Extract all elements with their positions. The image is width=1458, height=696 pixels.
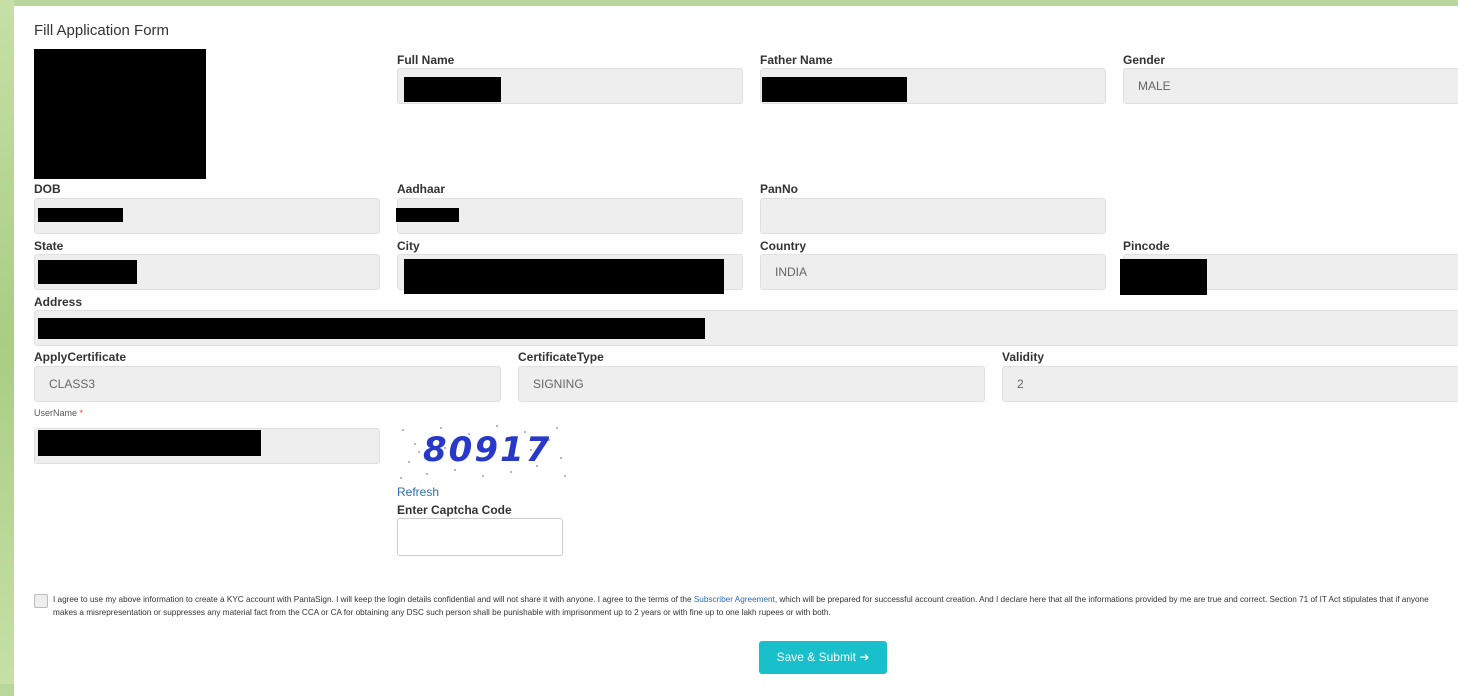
agree-checkbox[interactable] xyxy=(34,594,48,608)
agreement-text-part1: I agree to use my above information to c… xyxy=(53,595,694,604)
pincode-label: Pincode xyxy=(1123,239,1170,253)
certificate-type-field[interactable]: SIGNING xyxy=(518,366,985,402)
address-redacted xyxy=(38,318,705,339)
father-name-label: Father Name xyxy=(760,53,833,67)
certificate-type-label: CertificateType xyxy=(518,350,604,364)
address-label: Address xyxy=(34,295,83,309)
captcha-input[interactable] xyxy=(397,518,563,556)
save-submit-label: Save & Submit xyxy=(776,650,856,664)
subscriber-agreement-link[interactable]: Subscriber Agreement xyxy=(694,595,775,604)
city-redacted xyxy=(404,259,724,294)
form-title: Fill Application Form xyxy=(34,22,170,39)
dob-redacted xyxy=(38,208,123,222)
username-label: UserName * xyxy=(34,408,83,418)
country-label: Country xyxy=(760,239,806,253)
agreement-text: I agree to use my above information to c… xyxy=(53,593,1448,619)
validity-field[interactable]: 2 xyxy=(1002,366,1458,402)
save-submit-button[interactable]: Save & Submit ➜ xyxy=(759,641,887,674)
full-name-redacted xyxy=(404,77,501,102)
country-field[interactable]: INDIA xyxy=(760,254,1106,290)
father-name-redacted xyxy=(762,77,907,102)
captcha-image: 80917 xyxy=(397,422,570,482)
captcha-code: 80917 xyxy=(423,430,552,470)
gender-label: Gender xyxy=(1123,53,1166,67)
state-redacted xyxy=(38,260,137,284)
applicant-photo-redacted xyxy=(34,49,206,179)
gender-field[interactable]: MALE xyxy=(1123,68,1458,104)
dob-label: DOB xyxy=(34,182,61,196)
apply-certificate-field[interactable]: CLASS3 xyxy=(34,366,501,402)
application-form-panel: Fill Application Form Full Name Father N… xyxy=(14,6,1458,696)
captcha-refresh-link[interactable]: Refresh xyxy=(397,485,439,499)
username-redacted xyxy=(38,430,261,456)
apply-certificate-label: ApplyCertificate xyxy=(34,350,127,364)
username-label-text: UserName xyxy=(34,408,78,418)
aadhaar-redacted xyxy=(396,208,459,222)
state-label: State xyxy=(34,239,64,253)
panno-label: PanNo xyxy=(760,182,799,196)
arrow-right-icon: ➜ xyxy=(859,650,870,664)
enter-captcha-label: Enter Captcha Code xyxy=(397,503,512,517)
validity-label: Validity xyxy=(1002,350,1045,364)
full-name-label: Full Name xyxy=(397,53,455,67)
panno-field[interactable] xyxy=(760,198,1106,234)
aadhaar-label: Aadhaar xyxy=(397,182,446,196)
pincode-redacted xyxy=(1120,259,1207,295)
required-mark: * xyxy=(79,408,84,418)
city-label: City xyxy=(397,239,420,253)
